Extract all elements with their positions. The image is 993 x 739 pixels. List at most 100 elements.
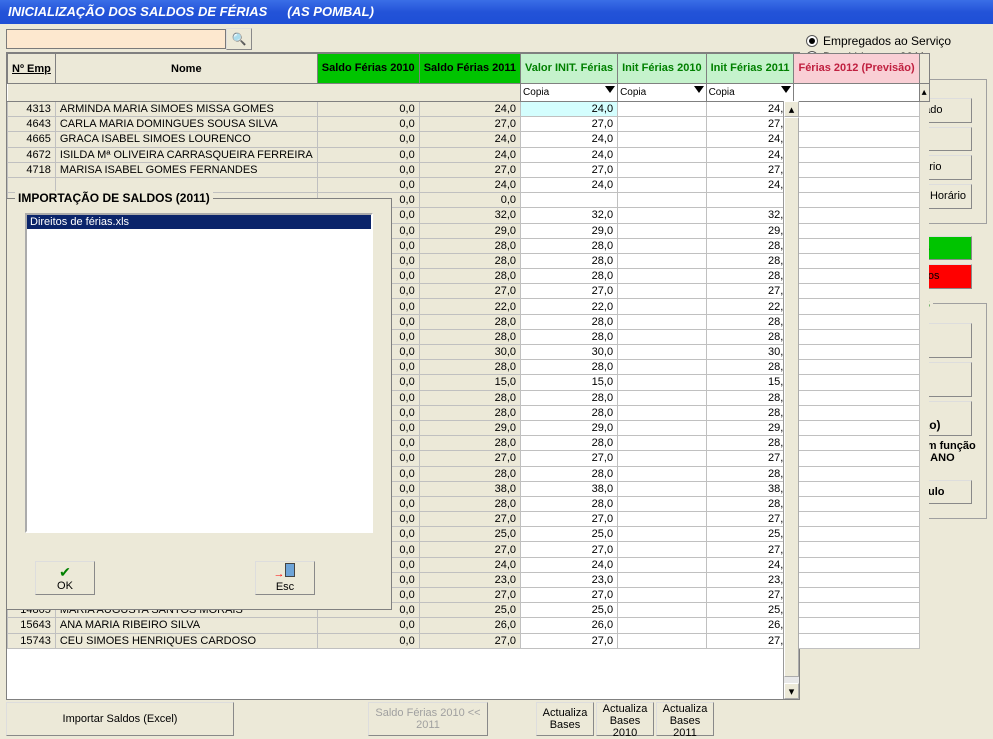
cell-saldo-2010[interactable]: 0,0: [317, 147, 419, 162]
cell-ferias-2012[interactable]: [794, 588, 919, 603]
cell-ferias-2012[interactable]: [794, 451, 919, 466]
cell-valor-init[interactable]: 27,0: [521, 117, 618, 132]
cell-saldo-2011[interactable]: 28,0: [419, 390, 520, 405]
cell-emp[interactable]: 4313: [8, 102, 56, 117]
cell-init-2010[interactable]: [618, 618, 707, 633]
col-nome[interactable]: Nome: [55, 54, 317, 84]
cell-valor-init[interactable]: 25,0: [521, 527, 618, 542]
cell-ferias-2012[interactable]: [794, 557, 919, 572]
cell-ferias-2012[interactable]: [794, 253, 919, 268]
cell-saldo-2010[interactable]: 0,0: [317, 162, 419, 177]
cell-init-2010[interactable]: [618, 405, 707, 420]
cell-nome[interactable]: MARISA ISABEL GOMES FERNANDES: [55, 162, 317, 177]
cell-init-2011[interactable]: 27,0: [706, 451, 794, 466]
dialog-esc-button[interactable]: → Esc: [255, 561, 315, 595]
cell-init-2011[interactable]: 24,0: [706, 102, 794, 117]
cell-saldo-2010[interactable]: 0,0: [317, 618, 419, 633]
cell-valor-init[interactable]: 28,0: [521, 466, 618, 481]
cell-init-2010[interactable]: [618, 238, 707, 253]
cell-init-2010[interactable]: [618, 284, 707, 299]
cell-saldo-2010[interactable]: 0,0: [317, 633, 419, 648]
cell-valor-init[interactable]: 28,0: [521, 329, 618, 344]
cell-init-2010[interactable]: [618, 496, 707, 511]
cell-init-2010[interactable]: [618, 102, 707, 117]
cell-ferias-2012[interactable]: [794, 162, 919, 177]
cell-saldo-2011[interactable]: 28,0: [419, 329, 520, 344]
actualiza-bases-button[interactable]: Actualiza Bases: [536, 702, 594, 736]
cell-init-2010[interactable]: [618, 193, 707, 208]
cell-init-2010[interactable]: [618, 557, 707, 572]
cell-init-2011[interactable]: 27,0: [706, 162, 794, 177]
cell-ferias-2012[interactable]: [794, 603, 919, 618]
cell-init-2011[interactable]: 26,0: [706, 618, 794, 633]
cell-saldo-2011[interactable]: 0,0: [419, 193, 520, 208]
cell-valor-init[interactable]: [521, 193, 618, 208]
cell-saldo-2011[interactable]: 38,0: [419, 481, 520, 496]
cell-saldo-2011[interactable]: 26,0: [419, 618, 520, 633]
cell-ferias-2012[interactable]: [794, 390, 919, 405]
cell-saldo-2011[interactable]: 28,0: [419, 405, 520, 420]
cell-valor-init[interactable]: 28,0: [521, 314, 618, 329]
cell-valor-init[interactable]: 28,0: [521, 253, 618, 268]
cell-saldo-2011[interactable]: 22,0: [419, 299, 520, 314]
cell-init-2010[interactable]: [618, 375, 707, 390]
cell-valor-init[interactable]: 24,0: [521, 177, 618, 192]
cell-init-2011[interactable]: 27,0: [706, 512, 794, 527]
cell-valor-init[interactable]: 28,0: [521, 390, 618, 405]
col-emp[interactable]: Nº Emp: [8, 54, 56, 84]
cell-init-2011[interactable]: 24,0: [706, 147, 794, 162]
cell-init-2010[interactable]: [618, 299, 707, 314]
cell-nome[interactable]: ANA MARIA RIBEIRO SILVA: [55, 618, 317, 633]
cell-saldo-2011[interactable]: 27,0: [419, 162, 520, 177]
cell-saldo-2011[interactable]: 27,0: [419, 117, 520, 132]
cell-init-2011[interactable]: 24,0: [706, 177, 794, 192]
cell-init-2011[interactable]: 30,0: [706, 345, 794, 360]
cell-ferias-2012[interactable]: [794, 223, 919, 238]
cell-init-2010[interactable]: [618, 345, 707, 360]
cell-valor-init[interactable]: 23,0: [521, 572, 618, 587]
cell-valor-init[interactable]: 27,0: [521, 451, 618, 466]
cell-saldo-2011[interactable]: 24,0: [419, 177, 520, 192]
cell-init-2010[interactable]: [618, 436, 707, 451]
cell-init-2010[interactable]: [618, 420, 707, 435]
cell-saldo-2011[interactable]: 28,0: [419, 466, 520, 481]
cell-valor-init[interactable]: 30,0: [521, 345, 618, 360]
cell-ferias-2012[interactable]: [794, 238, 919, 253]
cell-init-2010[interactable]: [618, 451, 707, 466]
cell-init-2011[interactable]: 15,0: [706, 375, 794, 390]
cell-init-2011[interactable]: 28,0: [706, 269, 794, 284]
col-init-2011[interactable]: Init Férias 2011: [706, 54, 794, 84]
cell-init-2011[interactable]: [706, 193, 794, 208]
cell-ferias-2012[interactable]: [794, 375, 919, 390]
cell-ferias-2012[interactable]: [794, 405, 919, 420]
copia-dropdown-2010[interactable]: Copia: [618, 84, 707, 102]
cell-ferias-2012[interactable]: [794, 572, 919, 587]
cell-ferias-2012[interactable]: [794, 360, 919, 375]
cell-saldo-2011[interactable]: 32,0: [419, 208, 520, 223]
cell-saldo-2011[interactable]: 25,0: [419, 527, 520, 542]
cell-emp[interactable]: 4643: [8, 117, 56, 132]
file-list[interactable]: Direitos de férias.xls: [25, 213, 373, 533]
cell-saldo-2011[interactable]: 24,0: [419, 147, 520, 162]
cell-valor-init[interactable]: 24,0: [521, 102, 618, 117]
cell-init-2010[interactable]: [618, 512, 707, 527]
cell-valor-init[interactable]: 28,0: [521, 436, 618, 451]
cell-init-2011[interactable]: 25,0: [706, 527, 794, 542]
cell-init-2010[interactable]: [618, 269, 707, 284]
cell-saldo-2011[interactable]: 27,0: [419, 542, 520, 557]
cell-ferias-2012[interactable]: [794, 633, 919, 648]
cell-ferias-2012[interactable]: [794, 284, 919, 299]
cell-init-2010[interactable]: [618, 481, 707, 496]
cell-saldo-2011[interactable]: 24,0: [419, 557, 520, 572]
cell-init-2010[interactable]: [618, 177, 707, 192]
cell-init-2010[interactable]: [618, 466, 707, 481]
cell-emp[interactable]: 4672: [8, 147, 56, 162]
cell-nome[interactable]: GRACA ISABEL SIMOES LOURENCO: [55, 132, 317, 147]
cell-init-2011[interactable]: 22,0: [706, 299, 794, 314]
cell-saldo-2011[interactable]: 28,0: [419, 496, 520, 511]
cell-init-2011[interactable]: 29,0: [706, 223, 794, 238]
cell-valor-init[interactable]: 25,0: [521, 603, 618, 618]
cell-ferias-2012[interactable]: [794, 345, 919, 360]
cell-ferias-2012[interactable]: [794, 208, 919, 223]
cell-saldo-2011[interactable]: 15,0: [419, 375, 520, 390]
